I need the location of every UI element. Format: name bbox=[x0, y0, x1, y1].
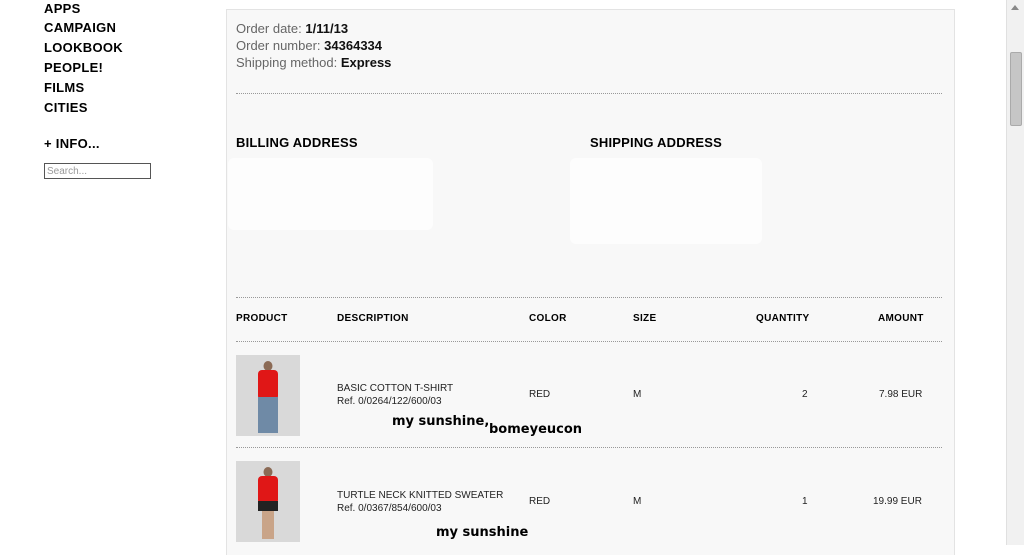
order-date-line: Order date: 1/11/13 bbox=[236, 20, 391, 37]
col-header-color: COLOR bbox=[529, 313, 567, 324]
billing-address-redacted bbox=[228, 158, 433, 230]
product-size: M bbox=[633, 496, 642, 507]
nav-link-campaign[interactable]: CAMPAIGN bbox=[44, 18, 204, 38]
nav-link-lookbook[interactable]: LOOKBOOK bbox=[44, 38, 204, 58]
order-date-value: 1/11/13 bbox=[305, 21, 349, 36]
shipping-method-line: Shipping method: Express bbox=[236, 54, 391, 71]
scrollbar-thumb[interactable] bbox=[1010, 52, 1022, 126]
handwritten-note: my sunshine, bbox=[392, 414, 490, 429]
scroll-up-arrow-icon[interactable] bbox=[1011, 5, 1019, 10]
nav-link-people[interactable]: PEOPLE! bbox=[44, 58, 204, 78]
nav-link-cities[interactable]: CITIES bbox=[44, 98, 204, 118]
product-amount: 19.99 EUR bbox=[873, 496, 922, 507]
divider bbox=[236, 447, 942, 448]
col-header-size: SIZE bbox=[633, 313, 657, 324]
col-header-amount: AMOUNT bbox=[878, 313, 924, 324]
nav-link-films[interactable]: FILMS bbox=[44, 78, 204, 98]
product-image-sweater[interactable] bbox=[236, 461, 300, 542]
order-meta: Order date: 1/11/13 Order number: 343643… bbox=[236, 20, 391, 71]
divider bbox=[236, 93, 942, 94]
order-number-line: Order number: 34364334 bbox=[236, 37, 391, 54]
shipping-method-value: Express bbox=[340, 55, 392, 70]
shipping-address-redacted bbox=[570, 158, 762, 244]
nav-link-info[interactable]: + INFO... bbox=[44, 134, 204, 154]
billing-address-title: BILLING ADDRESS bbox=[236, 135, 358, 150]
shipping-method-label: Shipping method: bbox=[236, 55, 338, 70]
vertical-scrollbar[interactable] bbox=[1006, 0, 1024, 545]
skirt bbox=[258, 501, 278, 511]
divider bbox=[236, 297, 942, 298]
red-tshirt bbox=[258, 370, 278, 398]
order-panel bbox=[226, 9, 955, 555]
product-name: BASIC COTTON T-SHIRT bbox=[337, 383, 454, 394]
col-header-quantity: QUANTITY bbox=[756, 313, 810, 324]
product-ref: Ref. 0/0264/122/600/03 bbox=[337, 396, 442, 407]
product-description: BASIC COTTON T-SHIRT Ref. 0/0264/122/600… bbox=[337, 382, 453, 408]
shipping-address-title: SHIPPING ADDRESS bbox=[590, 135, 723, 150]
handwritten-note: my sunshine bbox=[436, 525, 529, 540]
order-number-value: 34364334 bbox=[324, 38, 383, 53]
handwritten-note: bomeyeucon bbox=[489, 422, 583, 437]
product-image-tshirt[interactable] bbox=[236, 355, 300, 436]
product-size: M bbox=[633, 389, 642, 400]
product-quantity: 2 bbox=[802, 389, 808, 400]
product-ref: Ref. 0/0367/854/600/03 bbox=[337, 503, 442, 514]
nav-link-apps[interactable]: APPS bbox=[44, 0, 204, 18]
divider bbox=[236, 341, 942, 342]
red-sweater bbox=[258, 476, 278, 502]
legs bbox=[262, 511, 274, 539]
search-input[interactable] bbox=[44, 163, 151, 179]
product-description: TURTLE NECK KNITTED SWEATER Ref. 0/0367/… bbox=[337, 489, 503, 515]
order-date-label: Order date: bbox=[236, 21, 302, 36]
product-amount: 7.98 EUR bbox=[879, 389, 923, 400]
product-quantity: 1 bbox=[802, 496, 808, 507]
product-color: RED bbox=[529, 496, 551, 507]
product-name: TURTLE NECK KNITTED SWEATER bbox=[337, 490, 504, 501]
col-header-product: PRODUCT bbox=[236, 313, 288, 324]
order-number-label: Order number: bbox=[236, 38, 321, 53]
jeans bbox=[258, 397, 278, 433]
col-header-description: DESCRIPTION bbox=[337, 313, 409, 324]
sidebar-nav: APPS CAMPAIGN LOOKBOOK PEOPLE! FILMS CIT… bbox=[44, 0, 204, 179]
product-color: RED bbox=[529, 389, 551, 400]
